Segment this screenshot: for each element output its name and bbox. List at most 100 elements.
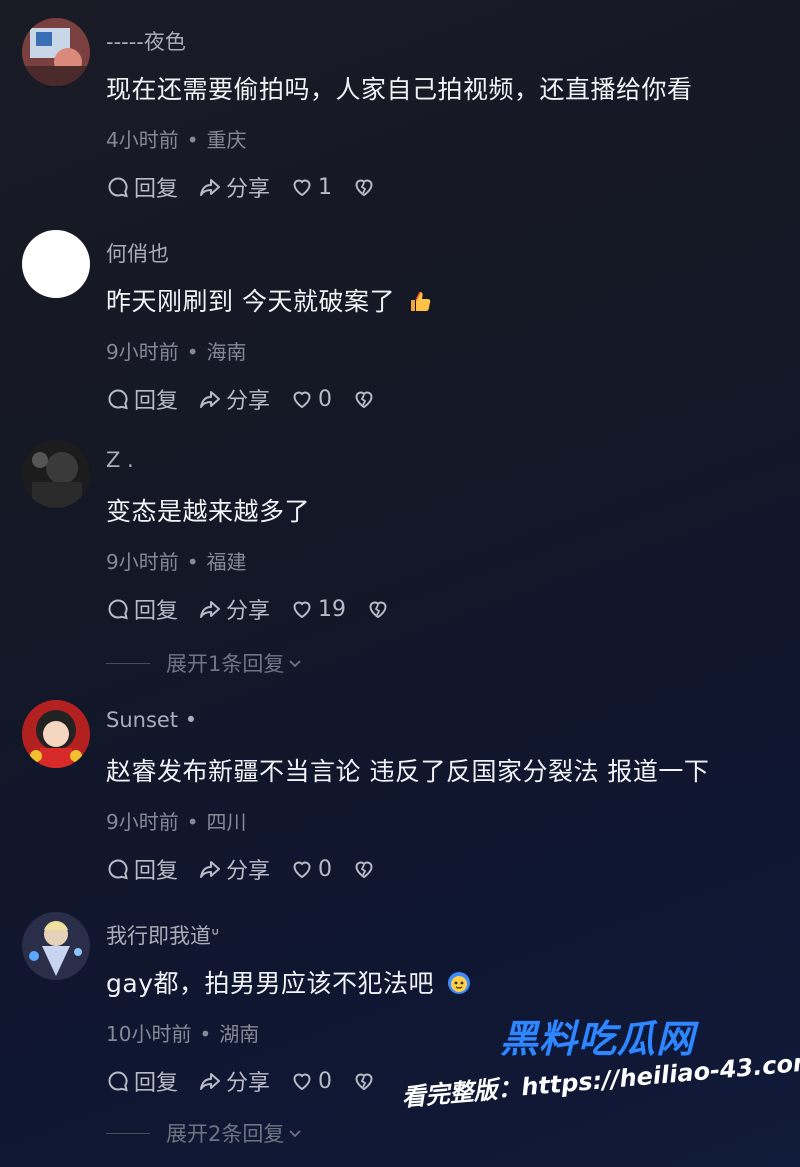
user-avatar[interactable] [22,230,90,298]
comment-meta: 10小时前 • 湖南 [106,1022,260,1046]
like-count: 0 [318,1068,333,1094]
share-label: 分享 [226,177,271,202]
reply-label: 回复 [134,599,179,624]
comment-location: 福建 [206,550,247,574]
reply-button[interactable]: 回复 [106,171,178,203]
divider-line [106,1132,150,1134]
comment-meta: 9小时前 • 福建 [106,550,247,574]
expand-replies-label: 展开1条回复 [166,652,285,676]
comment-actions: 回复 分享 1 [106,170,396,204]
username[interactable]: Z . [106,448,134,472]
reply-label: 回复 [134,859,179,884]
share-label: 分享 [226,599,271,624]
dislike-button[interactable] [352,175,376,199]
reply-label: 回复 [134,177,179,202]
dislike-button[interactable] [352,1069,376,1093]
comment-location: 重庆 [206,128,247,152]
share-arrow-icon [200,601,221,618]
comment-text: 现在还需要偷拍吗，人家自己拍视频，还直播给你看 [106,75,693,104]
expand-replies-button[interactable]: 展开1条回复 [106,648,304,678]
comment-text-content: 昨天刚刷到 今天就破案了 [106,287,395,316]
share-button[interactable]: 分享 [198,1065,270,1097]
expand-replies-label: 展开2条回复 [166,1122,285,1146]
chevron-down-icon [289,660,302,668]
username[interactable]: -----夜色 [106,26,186,56]
like-button[interactable]: 0 [290,857,332,882]
comment-text: gay都，拍男男应该不犯法吧 [106,964,472,1002]
comment-time: 10小时前 [106,1022,192,1046]
heart-icon [293,861,311,879]
username-text: Sunset [106,708,179,732]
share-button[interactable]: 分享 [198,383,270,415]
comment-time: 4小时前 [106,128,179,152]
comment-time: 9小时前 [106,810,179,834]
like-count: 0 [318,386,333,412]
share-button[interactable]: 分享 [198,171,270,203]
share-arrow-icon [200,861,221,878]
like-button[interactable]: 19 [290,597,346,622]
reply-bubble-icon [108,177,128,198]
share-arrow-icon [200,391,221,408]
username[interactable]: Sunset • [106,708,197,732]
user-avatar[interactable] [22,18,90,86]
like-button[interactable]: 0 [290,387,332,412]
expand-replies-button[interactable]: 展开2条回复 [106,1118,304,1148]
like-button[interactable]: 0 [290,1069,332,1094]
reply-button[interactable]: 回复 [106,1065,178,1097]
share-label: 分享 [226,859,271,884]
comment-location: 四川 [206,810,247,834]
broken-heart-icon [355,1073,373,1091]
comment-meta: 4小时前 • 重庆 [106,128,247,152]
share-arrow-icon [200,1073,221,1090]
share-label: 分享 [226,389,271,414]
broken-heart-icon [369,601,387,619]
reply-label: 回复 [134,389,179,414]
reply-button[interactable]: 回复 [106,853,178,885]
chevron-down-icon [289,1130,302,1138]
comment-time: 9小时前 [106,340,179,364]
reply-bubble-icon [108,389,128,410]
reply-bubble-icon [108,599,128,620]
share-button[interactable]: 分享 [198,593,270,625]
comment-text-content: gay都，拍男男应该不犯法吧 [106,969,434,998]
comment-time: 9小时前 [106,550,179,574]
comment-meta: 9小时前 • 海南 [106,340,247,364]
watermark: 黑料吃瓜网 看完整版：https://heiliao-43.com [400,1008,800,1158]
heart-icon [293,179,311,197]
comment-text: 赵睿发布新疆不当言论 违反了反国家分裂法 报道一下 [106,757,710,786]
heart-icon [293,601,311,619]
comment-location: 海南 [206,340,247,364]
broken-heart-icon [355,179,373,197]
comment-location: 湖南 [219,1022,260,1046]
heart-icon [293,1073,311,1091]
blushing-face-emoji-icon [446,970,472,1002]
user-avatar[interactable] [22,912,90,980]
user-avatar[interactable] [22,700,90,768]
share-arrow-icon [200,179,221,196]
broken-heart-icon [355,861,373,879]
comment-text: 昨天刚刷到 今天就破案了 [106,282,433,320]
like-count: 0 [318,856,333,882]
comment-meta: 9小时前 • 四川 [106,810,247,834]
user-avatar[interactable] [22,440,90,508]
comment-actions: 回复 分享 19 [106,592,410,626]
comment-actions: 回复 分享 0 [106,382,396,416]
comment-text: 变态是越来越多了 [106,497,311,526]
like-count: 1 [318,174,333,200]
heart-icon [293,391,311,409]
reply-button[interactable]: 回复 [106,593,178,625]
reply-bubble-icon [108,859,128,880]
share-label: 分享 [226,1071,271,1096]
like-count: 19 [318,596,347,622]
dislike-button[interactable] [366,597,390,621]
dislike-button[interactable] [352,387,376,411]
dislike-button[interactable] [352,857,376,881]
like-button[interactable]: 1 [290,175,332,200]
username[interactable]: 何俏也 [106,238,169,268]
share-button[interactable]: 分享 [198,853,270,885]
reply-button[interactable]: 回复 [106,383,178,415]
username[interactable]: 我行即我道ᐡ [106,920,219,950]
reply-label: 回复 [134,1071,179,1096]
reply-bubble-icon [108,1071,128,1092]
separator-dot-icon: • [184,708,198,732]
